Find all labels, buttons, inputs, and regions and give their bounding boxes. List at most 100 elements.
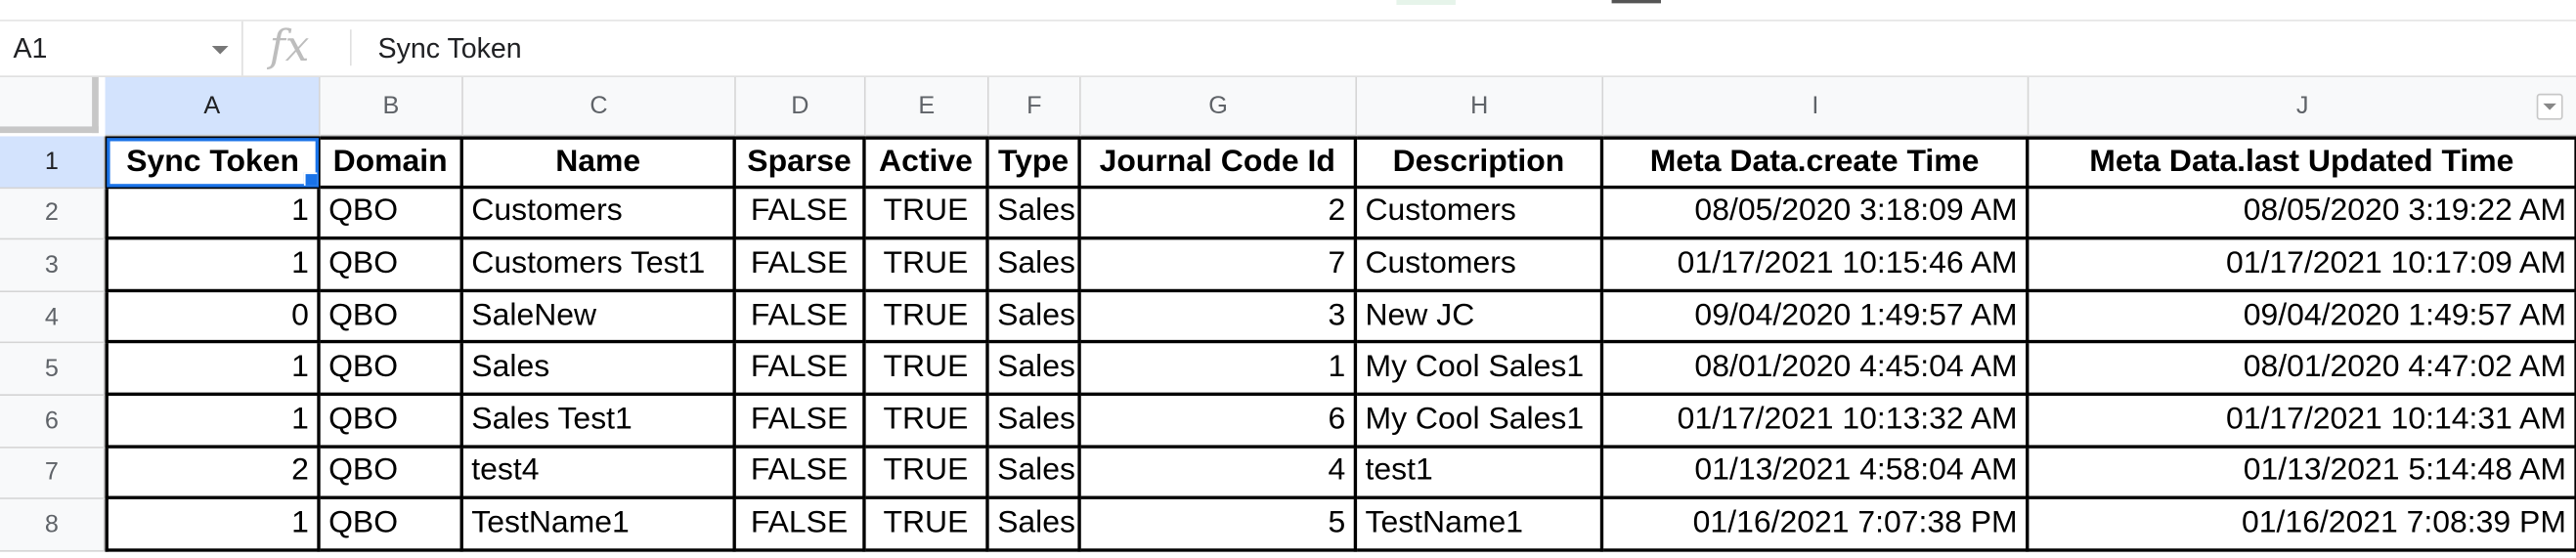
header-cell[interactable]: Description (1357, 136, 1604, 189)
table-cell[interactable]: FALSE (735, 343, 866, 396)
table-cell[interactable]: QBO (320, 448, 463, 500)
header-cell[interactable]: Meta Data.create Time (1603, 136, 2030, 189)
row-header-5[interactable]: 5 (0, 343, 106, 396)
table-cell[interactable]: Sales (988, 499, 1081, 552)
table-cell[interactable]: QBO (320, 395, 463, 449)
table-cell[interactable]: TRUE (865, 239, 989, 292)
table-cell[interactable]: 01/13/2021 5:14:48 AM (2029, 448, 2576, 500)
table-cell[interactable]: Customers (462, 188, 736, 240)
table-cell[interactable]: Sales (988, 188, 1081, 240)
table-cell[interactable]: 2 (1080, 188, 1358, 240)
name-box-value[interactable]: A1 (13, 33, 47, 66)
table-cell[interactable]: 1 (105, 499, 321, 552)
column-header-g[interactable]: G (1080, 76, 1358, 137)
table-cell[interactable]: 01/17/2021 10:15:46 AM (1603, 239, 2030, 292)
chevron-down-icon[interactable] (211, 46, 229, 55)
table-cell[interactable]: Sales (988, 343, 1081, 396)
table-cell[interactable]: test4 (462, 448, 736, 500)
table-cell[interactable]: QBO (320, 239, 463, 292)
table-cell[interactable]: FALSE (735, 395, 866, 449)
table-cell[interactable]: Customers (1357, 239, 1604, 292)
table-cell[interactable]: 1 (105, 343, 321, 396)
name-box[interactable]: A1 (0, 21, 243, 76)
table-cell[interactable]: 4 (1080, 448, 1358, 500)
table-cell[interactable]: Sales (988, 448, 1081, 500)
table-cell[interactable]: 09/04/2020 1:49:57 AM (2029, 291, 2576, 344)
table-cell[interactable]: 7 (1080, 239, 1358, 292)
column-header-c[interactable]: C (462, 76, 736, 137)
table-cell[interactable]: 3 (1080, 291, 1358, 344)
table-cell[interactable]: test1 (1357, 448, 1604, 500)
table-cell[interactable]: FALSE (735, 239, 866, 292)
table-cell[interactable]: TRUE (865, 395, 989, 449)
column-header-h[interactable]: H (1357, 76, 1604, 137)
table-cell[interactable]: 01/16/2021 7:08:39 PM (2029, 499, 2576, 552)
table-cell[interactable]: 1 (105, 395, 321, 449)
table-cell[interactable]: TRUE (865, 291, 989, 344)
row-header-6[interactable]: 6 (0, 395, 106, 449)
table-cell[interactable]: 6 (1080, 395, 1358, 449)
table-cell[interactable]: FALSE (735, 499, 866, 552)
row-header-7[interactable]: 7 (0, 448, 106, 500)
row-header-2[interactable]: 2 (0, 188, 106, 240)
row-header-3[interactable]: 3 (0, 239, 106, 292)
table-cell[interactable]: 5 (1080, 499, 1358, 552)
select-all-corner[interactable] (0, 76, 99, 134)
header-cell[interactable]: Sync Token (105, 136, 321, 189)
table-cell[interactable]: Customers (1357, 188, 1604, 240)
table-cell[interactable]: 01/17/2021 10:14:31 AM (2029, 395, 2576, 449)
table-cell[interactable]: 01/17/2021 10:13:32 AM (1603, 395, 2030, 449)
table-cell[interactable]: 01/16/2021 7:07:38 PM (1603, 499, 2030, 552)
table-cell[interactable]: TRUE (865, 343, 989, 396)
table-cell[interactable]: TRUE (865, 499, 989, 552)
header-cell[interactable]: Meta Data.last Updated Time (2029, 136, 2576, 189)
table-cell[interactable]: Customers Test1 (462, 239, 736, 292)
header-cell[interactable]: Active (865, 136, 989, 189)
table-cell[interactable]: Sales (462, 343, 736, 396)
header-cell[interactable]: Sparse (735, 136, 866, 189)
table-cell[interactable]: QBO (320, 499, 463, 552)
table-cell[interactable]: TestName1 (462, 499, 736, 552)
table-cell[interactable]: TestName1 (1357, 499, 1604, 552)
row-header-4[interactable]: 4 (0, 291, 106, 344)
row-header-8[interactable]: 8 (0, 499, 106, 552)
table-cell[interactable]: FALSE (735, 188, 866, 240)
table-cell[interactable]: QBO (320, 343, 463, 396)
formula-input[interactable]: Sync Token (378, 33, 522, 66)
table-cell[interactable]: 1 (1080, 343, 1358, 396)
fill-handle[interactable] (303, 171, 318, 186)
column-header-j[interactable]: J (2029, 76, 2576, 137)
table-cell[interactable]: 1 (105, 239, 321, 292)
row-header-1[interactable]: 1 (0, 136, 106, 189)
header-cell[interactable]: Domain (320, 136, 463, 189)
column-header-i[interactable]: I (1603, 76, 2030, 137)
table-cell[interactable]: TRUE (865, 188, 989, 240)
table-cell[interactable]: 0 (105, 291, 321, 344)
table-cell[interactable]: 08/01/2020 4:47:02 AM (2029, 343, 2576, 396)
table-cell[interactable]: TRUE (865, 448, 989, 500)
table-cell[interactable]: Sales (988, 239, 1081, 292)
table-cell[interactable]: My Cool Sales1 (1357, 343, 1604, 396)
table-cell[interactable]: 2 (105, 448, 321, 500)
table-cell[interactable]: 01/17/2021 10:17:09 AM (2029, 239, 2576, 292)
table-cell[interactable]: New JC (1357, 291, 1604, 344)
header-cell[interactable]: Name (462, 136, 736, 189)
header-cell[interactable]: Journal Code Id (1080, 136, 1358, 189)
table-cell[interactable]: Sales (988, 395, 1081, 449)
table-cell[interactable]: Sales (988, 291, 1081, 344)
table-cell[interactable]: FALSE (735, 448, 866, 500)
column-header-e[interactable]: E (865, 76, 989, 137)
table-cell[interactable]: FALSE (735, 291, 866, 344)
table-cell[interactable]: 01/13/2021 4:58:04 AM (1603, 448, 2030, 500)
table-cell[interactable]: 08/05/2020 3:18:09 AM (1603, 188, 2030, 240)
table-cell[interactable]: QBO (320, 291, 463, 344)
table-cell[interactable]: Sales Test1 (462, 395, 736, 449)
table-cell[interactable]: QBO (320, 188, 463, 240)
table-cell[interactable]: 1 (105, 188, 321, 240)
column-header-f[interactable]: F (988, 76, 1081, 137)
column-header-d[interactable]: D (735, 76, 866, 137)
filter-dropdown-icon[interactable] (2536, 93, 2563, 120)
table-cell[interactable]: My Cool Sales1 (1357, 395, 1604, 449)
column-header-b[interactable]: B (320, 76, 463, 137)
table-cell[interactable]: 08/01/2020 4:45:04 AM (1603, 343, 2030, 396)
